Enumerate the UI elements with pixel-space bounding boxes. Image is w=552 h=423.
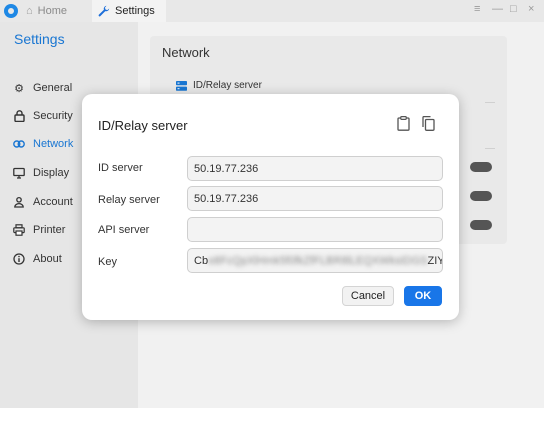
relay-server-input[interactable]: 50.19.77.236 bbox=[187, 186, 443, 211]
toggle-switch[interactable] bbox=[470, 191, 492, 201]
lock-icon bbox=[13, 110, 25, 122]
id-server-input[interactable]: 50.19.77.236 bbox=[187, 156, 443, 181]
sidebar-item-label: General bbox=[33, 82, 73, 94]
title-bar: ⌂ Home Settings ≡ — □ × bbox=[0, 0, 544, 22]
id-relay-server-label: ID/Relay server bbox=[193, 80, 262, 91]
bottom-strip bbox=[0, 408, 552, 423]
link-icon bbox=[13, 138, 25, 150]
tab-settings[interactable]: Settings bbox=[92, 0, 166, 22]
sidebar-item-label: Security bbox=[33, 110, 73, 122]
home-icon: ⌂ bbox=[26, 5, 33, 17]
id-relay-server-row[interactable]: ID/Relay server bbox=[176, 80, 262, 91]
divider bbox=[485, 102, 495, 103]
key-input[interactable]: Cb o8FcQpXlHmk5f0fkZfFLBR8lLEQXWksIDGS Z… bbox=[187, 248, 443, 273]
server-icon bbox=[176, 80, 187, 91]
info-icon bbox=[13, 253, 25, 265]
gear-icon: ⚙ bbox=[14, 82, 24, 95]
key-redacted-segment: o8FcQpXlHmk5f0fkZfFLBR8lLEQXWksIDGS bbox=[208, 254, 428, 267]
user-icon bbox=[13, 196, 25, 208]
copy-icon[interactable] bbox=[420, 115, 436, 131]
sidebar-item-label: Printer bbox=[33, 224, 66, 236]
divider bbox=[485, 148, 495, 149]
api-server-label: API server bbox=[98, 224, 150, 236]
cancel-button[interactable]: Cancel bbox=[342, 286, 394, 306]
maximize-button[interactable]: □ bbox=[510, 3, 517, 15]
relay-server-label: Relay server bbox=[98, 194, 160, 206]
dialog-title: ID/Relay server bbox=[98, 118, 188, 133]
tab-home-label: Home bbox=[37, 5, 67, 17]
key-label: Key bbox=[98, 256, 117, 268]
key-visible-suffix: ZIY bbox=[427, 254, 443, 267]
toggle-switch[interactable] bbox=[470, 162, 492, 172]
app-logo-icon bbox=[4, 4, 18, 18]
sidebar-item-label: Display bbox=[33, 167, 70, 179]
monitor-icon bbox=[13, 167, 25, 179]
key-visible-prefix: Cb bbox=[194, 254, 209, 267]
close-button[interactable]: × bbox=[528, 3, 534, 15]
sidebar-item-label: Network bbox=[33, 138, 74, 150]
wrench-icon bbox=[98, 5, 110, 17]
sidebar-item-label: About bbox=[33, 253, 62, 265]
toggle-switch[interactable] bbox=[470, 220, 492, 230]
clipboard-icon[interactable] bbox=[395, 115, 411, 131]
tab-settings-label: Settings bbox=[115, 5, 155, 17]
menu-icon[interactable]: ≡ bbox=[474, 3, 480, 15]
sidebar-item-label: Account bbox=[33, 196, 73, 208]
minimize-button[interactable]: — bbox=[492, 3, 503, 15]
api-server-input[interactable] bbox=[187, 217, 443, 242]
id-server-label: ID server bbox=[98, 162, 143, 174]
network-title: Network bbox=[162, 45, 210, 60]
id-relay-server-dialog: ID/Relay server ID server 50.19.77.236 R… bbox=[82, 94, 459, 320]
tab-home[interactable]: ⌂ Home bbox=[26, 0, 88, 22]
printer-icon bbox=[13, 224, 25, 236]
ok-button[interactable]: OK bbox=[404, 286, 442, 306]
sidebar-title: Settings bbox=[14, 31, 65, 47]
